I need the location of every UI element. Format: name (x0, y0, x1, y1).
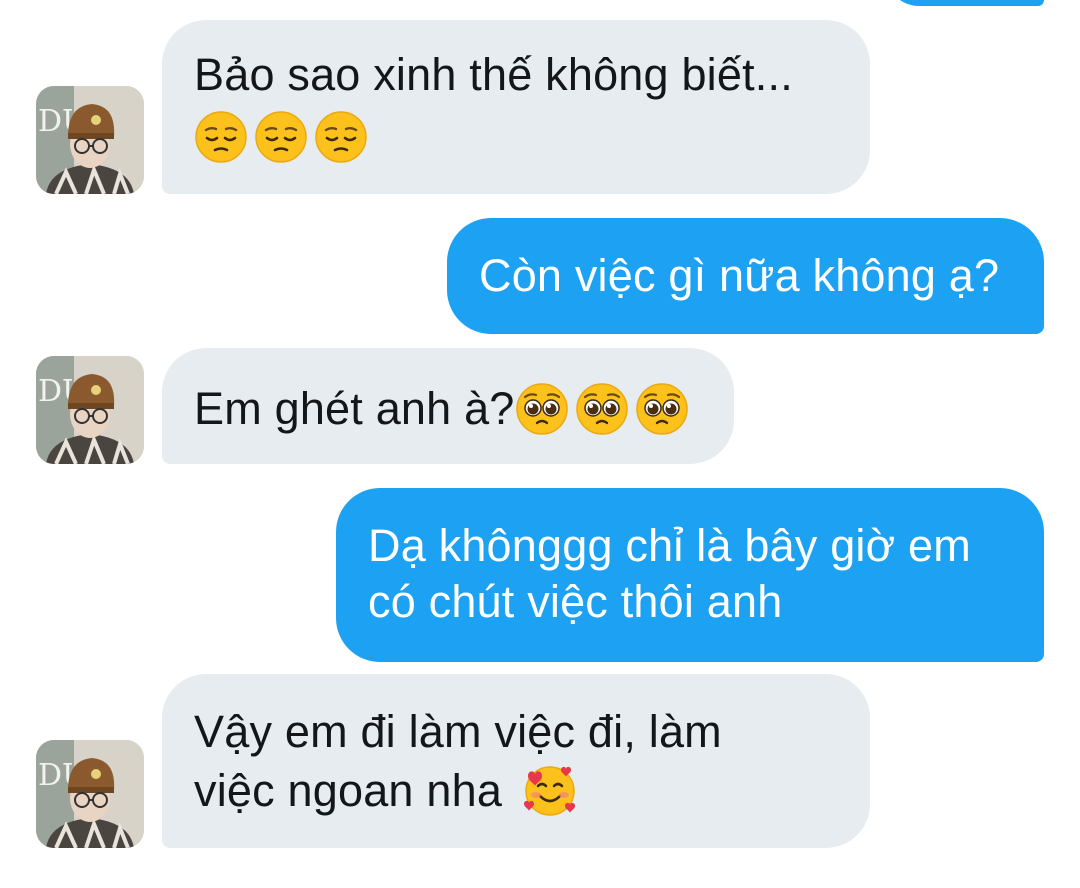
message-thread: Bảo sao xinh thế không biết... Còn việc … (0, 0, 1080, 888)
pensive-face-icon (254, 110, 308, 164)
message-text: Còn việc gì nữa không ạ? (479, 250, 1000, 301)
incoming-message[interactable]: Vậy em đi làm việc đi, làm việc ngoan nh… (162, 674, 870, 848)
incoming-message[interactable]: Em ghét anh à? (162, 348, 734, 464)
outgoing-message[interactable]: Còn việc gì nữa không ạ? (447, 218, 1044, 334)
message-text-line: có chút việc thôi anh (368, 576, 783, 627)
emoji-row (194, 106, 840, 164)
user-avatar-photo-icon (36, 356, 144, 464)
avatar[interactable] (36, 356, 144, 464)
pensive-face-icon (314, 110, 368, 164)
message-content: Em ghét anh à? (194, 378, 704, 437)
incoming-message[interactable]: Bảo sao xinh thế không biết... (162, 20, 870, 194)
smiling-face-with-hearts-icon (523, 764, 577, 818)
user-avatar-photo-icon (36, 86, 144, 194)
message-text-line-with-emoji: việc ngoan nha (194, 760, 840, 819)
previous-outgoing-bubble (886, 0, 1044, 6)
message-text: Em ghét anh à? (194, 383, 515, 435)
avatar[interactable] (36, 86, 144, 194)
avatar[interactable] (36, 740, 144, 848)
user-avatar-photo-icon (36, 740, 144, 848)
message-text-line: việc ngoan nha (194, 765, 503, 817)
pensive-face-icon (194, 110, 248, 164)
outgoing-message[interactable]: Dạ khônggg chỉ là bây giờ em có chút việ… (336, 488, 1044, 662)
pleading-face-icon (635, 382, 689, 436)
pleading-face-icon (515, 382, 569, 436)
message-text: Bảo sao xinh thế không biết... (194, 49, 793, 100)
pleading-face-icon (575, 382, 629, 436)
message-text-line: Vậy em đi làm việc đi, làm (194, 706, 722, 757)
message-text-line: Dạ khônggg chỉ là bây giờ em (368, 520, 971, 571)
